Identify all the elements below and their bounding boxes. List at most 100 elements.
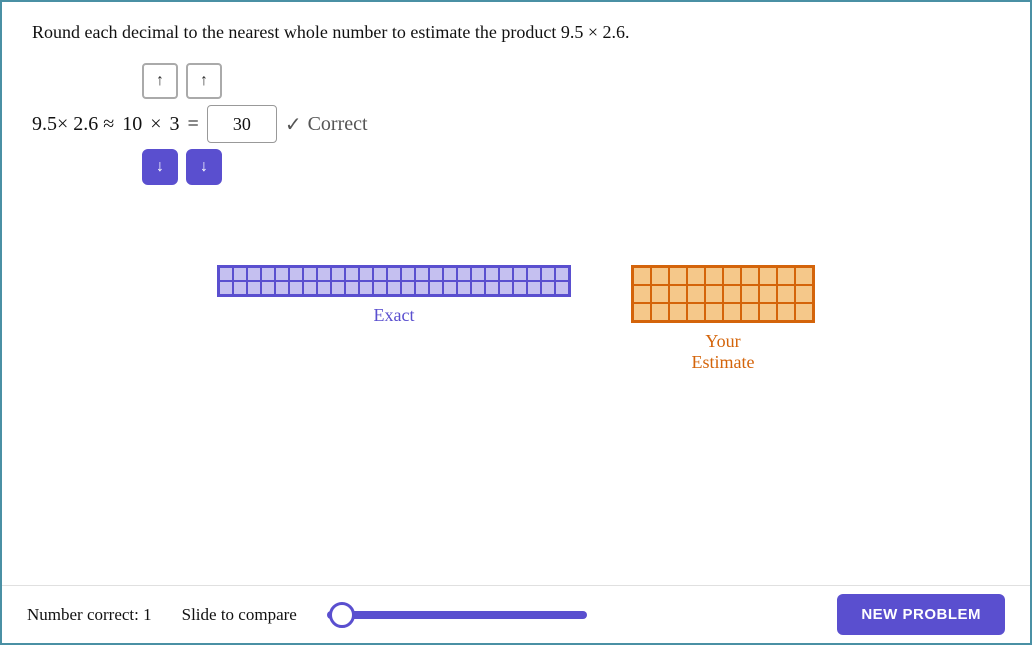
estimate-grid-cell (651, 285, 669, 303)
arrow-up-icon-2: ↑ (200, 72, 208, 90)
estimate-grid-cell (723, 303, 741, 321)
exact-grid-cell (457, 281, 471, 295)
exact-grid-cell (471, 267, 485, 281)
exact-grid-cell (359, 281, 373, 295)
exact-grid-cell (401, 281, 415, 295)
estimate-grid-cell (723, 267, 741, 285)
exact-grid-cell (499, 267, 513, 281)
exact-grid-cell (499, 281, 513, 295)
estimate-grid-cell (759, 303, 777, 321)
estimate-grid-cell (651, 267, 669, 285)
estimate-grid-cell (669, 285, 687, 303)
estimate-grid-cell (705, 267, 723, 285)
exact-grid-cell (345, 281, 359, 295)
exact-grid-cell (429, 267, 443, 281)
exact-grid-cell (331, 281, 345, 295)
exact-grid-cell (233, 267, 247, 281)
arrow-down-icon-1: ↓ (156, 158, 164, 176)
exact-grid-cell (317, 267, 331, 281)
estimate-grid-cell (759, 285, 777, 303)
times-symbol: × (150, 113, 161, 136)
arrow-up-icon-1: ↑ (156, 72, 164, 90)
exact-grid-cell (415, 267, 429, 281)
estimate-grid-cell (741, 267, 759, 285)
exact-grid-cell (471, 281, 485, 295)
estimate-grid-cell (759, 267, 777, 285)
exact-grid (217, 265, 571, 297)
estimate-grid-container: Your Estimate (631, 265, 815, 373)
exact-grid-cell (555, 267, 569, 281)
arrow-down-icon-2: ↓ (200, 158, 208, 176)
number-correct-label: Number correct: 1 (27, 605, 152, 625)
val1-display: 10 (122, 113, 142, 136)
exact-grid-cell (359, 267, 373, 281)
correct-label: Correct (308, 113, 368, 136)
exact-label: Exact (374, 305, 415, 326)
increment-val1-button[interactable]: ↑ (142, 63, 178, 99)
exact-grid-cell (541, 281, 555, 295)
exact-grid-cell (289, 281, 303, 295)
exact-grid-cell (275, 281, 289, 295)
estimate-grid-cell (687, 303, 705, 321)
decrement-val2-button[interactable]: ↓ (186, 149, 222, 185)
exact-grid-cell (485, 267, 499, 281)
estimate-grid-cell (777, 267, 795, 285)
estimate-grid-cell (687, 285, 705, 303)
estimate-grid-cell (705, 303, 723, 321)
exact-grid-cell (457, 267, 471, 281)
estimate-grid-cell (651, 303, 669, 321)
estimate-grid-cell (723, 285, 741, 303)
estimate-grid-cell (633, 303, 651, 321)
estimate-grid-cell (795, 303, 813, 321)
exact-grid-cell (373, 281, 387, 295)
estimate-grid-cell (669, 303, 687, 321)
increment-val2-button[interactable]: ↑ (186, 63, 222, 99)
exact-grid-cell (513, 281, 527, 295)
exact-grid-cell (387, 281, 401, 295)
estimate-grid-cell (777, 303, 795, 321)
exact-grid-cell (485, 281, 499, 295)
exact-grid-cell (331, 267, 345, 281)
exact-grid-cell (219, 281, 233, 295)
exact-grid-cell (527, 281, 541, 295)
grids-section: Exact Your Estimate (32, 265, 1000, 373)
exact-grid-cell (387, 267, 401, 281)
decrement-val1-button[interactable]: ↓ (142, 149, 178, 185)
answer-input[interactable] (207, 105, 277, 143)
exact-grid-cell (219, 267, 233, 281)
bottom-bar: Number correct: 1 Slide to compare NEW P… (2, 585, 1030, 643)
equation-left: 9.5× 2.6 ≈ (32, 113, 114, 136)
estimate-grid-cell (741, 285, 759, 303)
slide-to-compare-label: Slide to compare (182, 605, 297, 625)
exact-grid-cell (429, 281, 443, 295)
estimate-grid (631, 265, 815, 323)
exact-grid-cell (247, 267, 261, 281)
exact-grid-cell (443, 267, 457, 281)
problem-text: Round each decimal to the nearest whole … (32, 22, 1000, 43)
exact-grid-cell (555, 281, 569, 295)
exact-grid-cell (443, 281, 457, 295)
estimate-grid-cell (687, 267, 705, 285)
exact-grid-cell (261, 281, 275, 295)
exact-grid-cell (345, 267, 359, 281)
exact-grid-cell (541, 267, 555, 281)
exact-grid-cell (317, 281, 331, 295)
new-problem-button[interactable]: NEW PROBLEM (837, 594, 1005, 635)
exact-grid-cell (247, 281, 261, 295)
estimate-grid-cell (795, 285, 813, 303)
estimate-grid-cell (633, 285, 651, 303)
exact-grid-cell (289, 267, 303, 281)
exact-grid-cell (275, 267, 289, 281)
exact-grid-cell (401, 267, 415, 281)
exact-grid-cell (513, 267, 527, 281)
estimate-grid-cell (777, 285, 795, 303)
slider-thumb[interactable] (329, 602, 355, 628)
slider-track (327, 611, 587, 619)
estimate-grid-cell (705, 285, 723, 303)
exact-grid-cell (415, 281, 429, 295)
exact-grid-cell (303, 281, 317, 295)
slider-wrapper (327, 611, 808, 619)
estimate-grid-cell (741, 303, 759, 321)
equals-symbol: = (188, 113, 199, 136)
estimate-label: Your Estimate (692, 331, 755, 373)
